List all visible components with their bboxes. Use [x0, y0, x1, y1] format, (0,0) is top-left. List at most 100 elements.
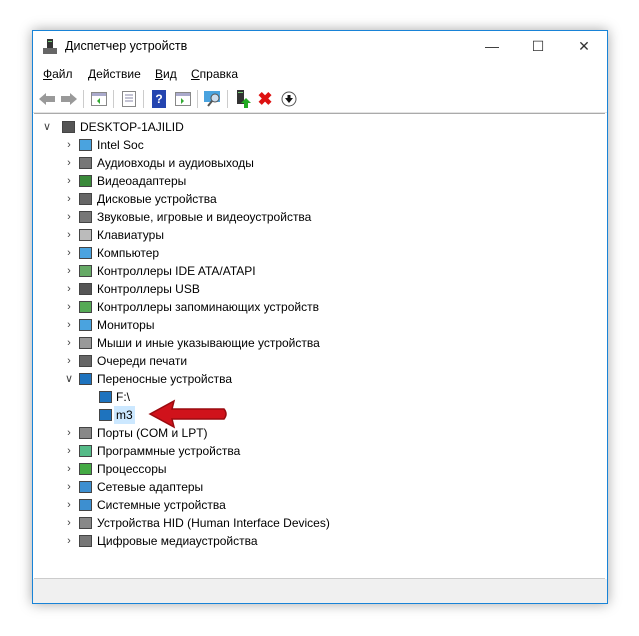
tree-category[interactable]: › Процессоры [34, 460, 605, 478]
tree-category[interactable]: › Мониторы [34, 316, 605, 334]
collapse-chevron-icon[interactable]: › [64, 154, 74, 172]
monitor-icon [79, 247, 92, 259]
toolbar-separator [83, 90, 84, 108]
collapse-chevron-icon[interactable]: › [64, 460, 74, 478]
disk-icon [79, 193, 92, 205]
toolbar-separator [197, 90, 198, 108]
back-arrow-icon [39, 93, 55, 105]
tree-category[interactable]: › Intel Soc [34, 136, 605, 154]
device-manager-window: Диспетчер устройств — ☐ ✕ Файл Действие … [32, 30, 608, 604]
update-driver-button[interactable] [233, 89, 253, 109]
speaker-icon [79, 157, 92, 169]
collapse-chevron-icon[interactable]: › [64, 424, 74, 442]
menu-action[interactable]: Действие [88, 67, 141, 81]
tree-device-item[interactable]: m3 [34, 406, 605, 424]
window-title: Диспетчер устройств [65, 39, 188, 53]
tree-item-label: Устройства HID (Human Interface Devices) [97, 516, 330, 530]
title-bar: Диспетчер устройств — ☐ ✕ [33, 31, 607, 62]
tree-category[interactable]: › Видеоадаптеры [34, 172, 605, 190]
status-bar [33, 579, 607, 603]
collapse-chevron-icon[interactable]: › [64, 244, 74, 262]
hid-icon [79, 517, 92, 529]
collapse-chevron-icon[interactable]: › [64, 226, 74, 244]
collapse-chevron-icon[interactable]: › [64, 334, 74, 352]
collapse-chevron-icon[interactable]: › [64, 514, 74, 532]
action-pane-button[interactable] [173, 89, 193, 109]
tree-category[interactable]: › Порты (COM и LPT) [34, 424, 605, 442]
tree-category[interactable]: › Сетевые адаптеры [34, 478, 605, 496]
menu-view[interactable]: Вид [155, 67, 177, 81]
tree-category[interactable]: › Контроллеры IDE ATA/ATAPI [34, 262, 605, 280]
menu-help[interactable]: Справка [191, 67, 238, 81]
tree-category[interactable]: › Контроллеры запоминающих устройств [34, 298, 605, 316]
action-pane-icon [175, 92, 191, 106]
minimize-button[interactable]: — [469, 31, 515, 62]
properties-button[interactable] [119, 89, 139, 109]
mouse-icon [79, 337, 92, 349]
maximize-button[interactable]: ☐ [515, 31, 561, 62]
collapse-chevron-icon[interactable]: › [64, 262, 74, 280]
collapse-chevron-icon[interactable]: › [64, 136, 74, 154]
red-arrow-annotation [148, 399, 227, 429]
red-x-icon: ✖ [257, 88, 273, 109]
scan-hardware-button[interactable] [203, 89, 223, 109]
collapse-chevron-icon[interactable]: › [64, 298, 74, 316]
update-driver-icon [237, 90, 251, 108]
tree-category[interactable]: › Компьютер [34, 244, 605, 262]
tree-category[interactable]: › Устройства HID (Human Interface Devices… [34, 514, 605, 532]
speaker-icon [79, 211, 92, 223]
expand-chevron-icon[interactable]: ∨ [42, 118, 52, 136]
collapse-chevron-icon[interactable]: › [64, 316, 74, 334]
help-button[interactable]: ? [152, 90, 166, 108]
tree-root[interactable]: ∨ DESKTOP-1AJILID [34, 118, 605, 136]
tree-device-item[interactable]: F:\ [34, 388, 605, 406]
tree-item-label: F:\ [116, 390, 130, 404]
tree-category[interactable]: › Клавиатуры [34, 226, 605, 244]
system-icon [79, 499, 92, 511]
expand-chevron-icon[interactable]: ∨ [64, 370, 74, 388]
collapse-chevron-icon[interactable]: › [64, 496, 74, 514]
scan-monitor-icon [204, 91, 220, 107]
collapse-chevron-icon[interactable]: › [64, 352, 74, 370]
portable-device-icon [79, 373, 92, 385]
device-manager-icon [43, 39, 57, 54]
network-icon [79, 481, 92, 493]
forward-button[interactable] [59, 89, 79, 109]
tree-item-label: Системные устройства [97, 498, 226, 512]
tree-category[interactable]: › Контроллеры USB [34, 280, 605, 298]
tree-category[interactable]: › Цифровые медиаустройства [34, 532, 605, 550]
toolbar: ? ✖ [33, 86, 607, 113]
collapse-chevron-icon[interactable]: › [64, 442, 74, 460]
tree-category[interactable]: › Дисковые устройства [34, 190, 605, 208]
tree-item-label: Клавиатуры [97, 228, 164, 242]
collapse-chevron-icon[interactable]: › [64, 208, 74, 226]
show-hide-console-tree-button[interactable] [89, 89, 109, 109]
toolbar-separator [227, 90, 228, 108]
collapse-chevron-icon[interactable]: › [64, 532, 74, 550]
tree-category[interactable]: › Программные устройства [34, 442, 605, 460]
close-button[interactable]: ✕ [561, 31, 607, 62]
tree-category[interactable]: › Звуковые, игровые и видеоустройства [34, 208, 605, 226]
tree-item-label: Мониторы [97, 318, 155, 332]
computer-icon [62, 121, 75, 133]
tree-item-label: Intel Soc [97, 138, 144, 152]
portable-device-icon [99, 409, 112, 421]
tree-category[interactable]: › Системные устройства [34, 496, 605, 514]
uninstall-device-button[interactable]: ✖ [255, 89, 275, 109]
menu-file[interactable]: Файл [43, 67, 73, 81]
tree-category[interactable]: › Мыши и иные указывающие устройства [34, 334, 605, 352]
tree-category[interactable]: ∨ Переносные устройства [34, 370, 605, 388]
storage-controller-icon [79, 301, 92, 313]
device-tree[interactable]: ∨ DESKTOP-1AJILID › Intel Soc › Аудиовходы и … [34, 113, 605, 579]
tree-category[interactable]: › Аудиовходы и аудиовыходы [34, 154, 605, 172]
collapse-chevron-icon[interactable]: › [64, 478, 74, 496]
toolbar-separator [113, 90, 114, 108]
tree-category[interactable]: › Очереди печати [34, 352, 605, 370]
tree-item-label: Очереди печати [97, 354, 188, 368]
collapse-chevron-icon[interactable]: › [64, 190, 74, 208]
disable-device-button[interactable] [279, 89, 299, 109]
collapse-chevron-icon[interactable]: › [64, 280, 74, 298]
back-button[interactable] [37, 89, 57, 109]
collapse-chevron-icon[interactable]: › [64, 172, 74, 190]
tree-item-label: m3 [114, 406, 135, 424]
